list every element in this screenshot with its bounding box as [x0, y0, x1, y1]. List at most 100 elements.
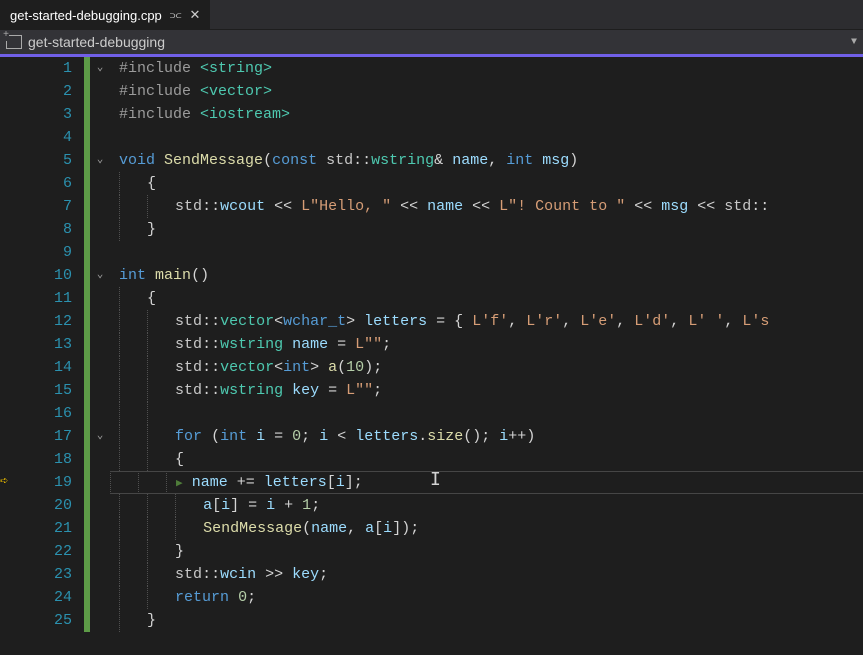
tab-bar: get-started-debugging.cpp ⫗ ✕	[0, 0, 863, 30]
fold-toggle	[90, 517, 110, 540]
code-line[interactable]: std::wstring key = L"";	[110, 379, 863, 402]
code-line[interactable]: }	[110, 540, 863, 563]
fold-toggle	[90, 540, 110, 563]
line-number: 22	[22, 540, 72, 563]
glyph-cell[interactable]	[0, 126, 22, 149]
fold-toggle	[90, 241, 110, 264]
file-tab[interactable]: get-started-debugging.cpp ⫗ ✕	[0, 0, 210, 29]
glyph-cell[interactable]: ➪	[0, 471, 22, 494]
code-line[interactable]: for (int i = 0; i < letters.size(); i++)	[110, 425, 863, 448]
glyph-cell[interactable]	[0, 172, 22, 195]
code-line[interactable]: }	[110, 609, 863, 632]
code-line[interactable]: return 0;	[110, 586, 863, 609]
glyph-cell[interactable]	[0, 517, 22, 540]
glyph-cell[interactable]	[0, 609, 22, 632]
glyph-margin[interactable]: ➪	[0, 57, 22, 655]
code-line[interactable]	[110, 402, 863, 425]
run-to-click-icon[interactable]: ▶	[176, 478, 183, 490]
glyph-cell[interactable]	[0, 494, 22, 517]
fold-toggle	[90, 448, 110, 471]
glyph-cell[interactable]	[0, 264, 22, 287]
code-line[interactable]: std::vector<int> a(10);	[110, 356, 863, 379]
code-line[interactable]: SendMessage(name, a[i]);	[110, 517, 863, 540]
glyph-cell[interactable]	[0, 586, 22, 609]
code-line[interactable]: #include <iostream>	[110, 103, 863, 126]
line-number: 16	[22, 402, 72, 425]
pin-icon[interactable]: ⫗	[170, 7, 182, 23]
navigation-bar[interactable]: get-started-debugging ▼	[0, 30, 863, 57]
glyph-cell[interactable]	[0, 57, 22, 80]
glyph-cell[interactable]	[0, 356, 22, 379]
line-number: 20	[22, 494, 72, 517]
fold-toggle[interactable]: ⌄	[90, 264, 110, 287]
glyph-cell[interactable]	[0, 425, 22, 448]
fold-toggle[interactable]: ⌄	[90, 149, 110, 172]
code-line[interactable]: int main()	[110, 264, 863, 287]
code-line[interactable]: void SendMessage(const std::wstring& nam…	[110, 149, 863, 172]
line-number: 11	[22, 287, 72, 310]
glyph-cell[interactable]	[0, 540, 22, 563]
code-line[interactable]: a[i] = i + 1;	[110, 494, 863, 517]
line-number: 10	[22, 264, 72, 287]
line-number: 17	[22, 425, 72, 448]
glyph-cell[interactable]	[0, 448, 22, 471]
line-number: 21	[22, 517, 72, 540]
glyph-cell[interactable]	[0, 80, 22, 103]
glyph-cell[interactable]	[0, 103, 22, 126]
line-number: 9	[22, 241, 72, 264]
fold-toggle	[90, 333, 110, 356]
code-line[interactable]: }	[110, 218, 863, 241]
glyph-cell[interactable]	[0, 563, 22, 586]
code-line[interactable]: #include <string>	[110, 57, 863, 80]
line-number: 5	[22, 149, 72, 172]
fold-toggle	[90, 379, 110, 402]
line-number: 23	[22, 563, 72, 586]
code-line[interactable]: {	[110, 287, 863, 310]
glyph-cell[interactable]	[0, 310, 22, 333]
fold-toggle	[90, 218, 110, 241]
chevron-down-icon[interactable]: ▼	[851, 37, 857, 48]
code-line[interactable]: #include <vector>	[110, 80, 863, 103]
glyph-cell[interactable]	[0, 218, 22, 241]
glyph-cell[interactable]	[0, 241, 22, 264]
line-number: 15	[22, 379, 72, 402]
code-line[interactable]: std::wstring name = L"";	[110, 333, 863, 356]
line-numbers: 1234567891011121314151617181920212223242…	[22, 57, 84, 655]
code-line[interactable]: std::wcout << L"Hello, " << name << L"! …	[110, 195, 863, 218]
code-line[interactable]: {	[110, 448, 863, 471]
close-icon[interactable]: ✕	[189, 7, 200, 23]
code-editor[interactable]: ➪ 12345678910111213141516171819202122232…	[0, 57, 863, 655]
fold-toggle[interactable]: ⌄	[90, 57, 110, 80]
code-line[interactable]	[110, 241, 863, 264]
glyph-cell[interactable]	[0, 149, 22, 172]
fold-toggle	[90, 563, 110, 586]
fold-toggle	[90, 195, 110, 218]
line-number: 7	[22, 195, 72, 218]
glyph-cell[interactable]	[0, 379, 22, 402]
line-number: 25	[22, 609, 72, 632]
line-number: 19	[22, 471, 72, 494]
code-area[interactable]: 𝙸 #include <string> #include <vector> #i…	[110, 57, 863, 655]
glyph-cell[interactable]	[0, 195, 22, 218]
code-line[interactable]: std::wcin >> key;	[110, 563, 863, 586]
fold-toggle	[90, 586, 110, 609]
fold-toggle	[90, 80, 110, 103]
line-number: 4	[22, 126, 72, 149]
code-line[interactable]	[110, 126, 863, 149]
glyph-cell[interactable]	[0, 333, 22, 356]
tab-title: get-started-debugging.cpp	[10, 8, 162, 23]
line-number: 8	[22, 218, 72, 241]
code-line[interactable]: ▶ name += letters[i];	[110, 471, 863, 494]
fold-toggle	[90, 402, 110, 425]
glyph-cell[interactable]	[0, 402, 22, 425]
fold-gutter[interactable]: ⌄ ⌄ ⌄ ⌄	[90, 57, 110, 655]
line-number: 14	[22, 356, 72, 379]
code-line[interactable]: {	[110, 172, 863, 195]
fold-toggle	[90, 310, 110, 333]
line-number: 12	[22, 310, 72, 333]
code-line[interactable]: std::vector<wchar_t> letters = { L'f', L…	[110, 310, 863, 333]
fold-toggle	[90, 356, 110, 379]
line-number: 13	[22, 333, 72, 356]
glyph-cell[interactable]	[0, 287, 22, 310]
fold-toggle[interactable]: ⌄	[90, 425, 110, 448]
